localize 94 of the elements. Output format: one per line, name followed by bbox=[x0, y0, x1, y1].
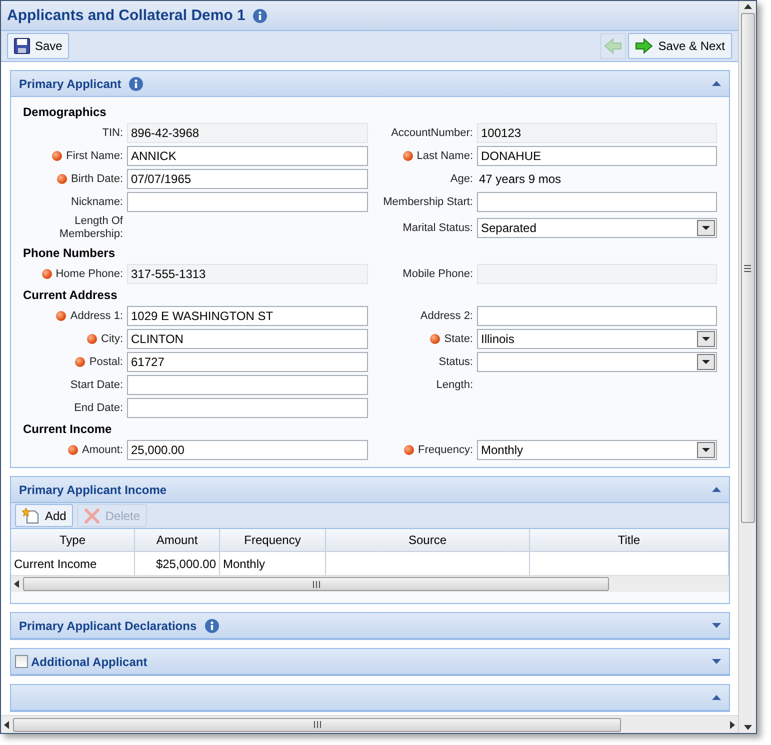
dropdown-field[interactable]: Illinois bbox=[477, 328, 717, 348]
scroll-right-icon[interactable] bbox=[728, 720, 736, 728]
field-label: Last Name: bbox=[416, 150, 473, 162]
text-field[interactable]: 1029 E WASHINGTON ST bbox=[127, 306, 368, 326]
field-label: Membership Start: bbox=[383, 196, 473, 208]
collapse-caret-icon[interactable] bbox=[712, 695, 721, 700]
column-header[interactable]: Source bbox=[326, 529, 530, 552]
column-header[interactable]: Type bbox=[11, 529, 135, 552]
group-heading: Current Income bbox=[22, 420, 113, 438]
dropdown-field[interactable]: Separated bbox=[477, 218, 717, 238]
collapse-caret-icon[interactable] bbox=[712, 487, 721, 492]
field-label: AccountNumber: bbox=[391, 126, 473, 138]
checkbox[interactable] bbox=[15, 655, 28, 668]
add-document-icon bbox=[22, 508, 40, 524]
group-heading: Demographics bbox=[22, 104, 108, 120]
text-field[interactable]: 317-555-1313 bbox=[127, 264, 368, 284]
group-heading: Current Address bbox=[22, 286, 118, 304]
section-title: Primary Applicant bbox=[19, 76, 122, 90]
table-cell: $25,000.00 bbox=[135, 552, 220, 575]
scroll-grip-icon bbox=[314, 721, 320, 728]
field-label: City: bbox=[101, 332, 123, 344]
window-title: Applicants and Collateral Demo 1 bbox=[7, 7, 246, 24]
horizontal-scrollbar[interactable] bbox=[1, 715, 738, 733]
left-arrow-icon bbox=[604, 38, 622, 54]
text-field[interactable] bbox=[127, 192, 368, 212]
vertical-scrollbar[interactable] bbox=[738, 1, 756, 733]
expand-caret-icon[interactable] bbox=[712, 659, 721, 664]
field-label: Birth Date: bbox=[71, 172, 123, 184]
info-icon[interactable] bbox=[129, 76, 144, 90]
scroll-left-icon[interactable] bbox=[13, 580, 21, 588]
text-field[interactable]: ANNICK bbox=[127, 146, 368, 166]
scroll-left-icon[interactable] bbox=[3, 720, 11, 728]
field-label: Start Date: bbox=[70, 378, 123, 390]
text-field[interactable] bbox=[477, 192, 717, 212]
add-button[interactable]: Add bbox=[15, 504, 74, 527]
field-label: Amount: bbox=[82, 444, 123, 456]
scrollbar-thumb[interactable] bbox=[23, 577, 609, 591]
field-label: Mobile Phone: bbox=[402, 268, 473, 280]
info-icon[interactable] bbox=[253, 8, 268, 22]
field-label: Address 2: bbox=[420, 310, 473, 322]
section-title: Additional Applicant bbox=[31, 654, 148, 668]
section-header[interactable]: Additional Applicant bbox=[11, 649, 729, 675]
text-field[interactable]: 07/07/1965 bbox=[127, 168, 368, 188]
dropdown-field[interactable]: Monthly bbox=[477, 440, 717, 460]
scrollbar-thumb[interactable] bbox=[740, 13, 754, 523]
text-field[interactable]: 25,000.00 bbox=[127, 440, 368, 460]
field-label: Length: bbox=[436, 378, 473, 390]
text-field[interactable] bbox=[127, 398, 368, 418]
table-cell: Current Income bbox=[11, 552, 135, 575]
field-label: Address 1: bbox=[70, 310, 123, 322]
scrollbar-thumb[interactable] bbox=[13, 718, 621, 732]
scroll-up-icon[interactable] bbox=[744, 3, 752, 11]
text-field[interactable]: CLINTON bbox=[127, 328, 368, 348]
section-title: Primary Applicant Income bbox=[19, 482, 167, 496]
dropdown-field[interactable] bbox=[477, 352, 717, 372]
field-label: Frequency: bbox=[418, 444, 473, 456]
field-label: End Date: bbox=[74, 402, 123, 414]
column-header[interactable]: Title bbox=[530, 529, 729, 552]
group-heading: Phone Numbers bbox=[22, 244, 116, 262]
delete-x-icon bbox=[84, 508, 100, 524]
field-label: Status: bbox=[438, 356, 473, 368]
field-label: Age: bbox=[450, 172, 473, 184]
column-header[interactable]: Amount bbox=[135, 529, 220, 552]
text-field[interactable] bbox=[127, 374, 368, 394]
section-header[interactable]: Primary Applicant bbox=[11, 71, 729, 97]
collapse-caret-icon[interactable] bbox=[712, 81, 721, 86]
scroll-grip-icon bbox=[744, 264, 751, 272]
column-header[interactable]: Frequency bbox=[220, 529, 326, 552]
expand-caret-icon[interactable] bbox=[712, 623, 721, 628]
section-title: Primary Applicant Declarations bbox=[19, 618, 197, 632]
field-label: Nickname: bbox=[71, 196, 123, 208]
info-icon[interactable] bbox=[204, 618, 219, 632]
text-field[interactable] bbox=[477, 306, 717, 326]
text-field[interactable]: 896-42-3968 bbox=[127, 122, 368, 142]
field-value: 47 years 9 mos bbox=[478, 172, 562, 186]
right-arrow-icon bbox=[635, 38, 654, 54]
field-label: State: bbox=[444, 332, 473, 344]
field-label: Length Of Membership: bbox=[58, 214, 123, 242]
save-button[interactable]: Save bbox=[7, 33, 70, 59]
horizontal-scrollbar[interactable] bbox=[11, 575, 729, 592]
text-field[interactable]: 100123 bbox=[477, 122, 717, 142]
section-header[interactable]: Primary Applicant Income bbox=[11, 477, 729, 503]
field-label: Home Phone: bbox=[56, 268, 123, 280]
scroll-down-icon[interactable] bbox=[744, 723, 752, 731]
section-header[interactable]: Primary Applicant Declarations bbox=[11, 613, 729, 639]
text-field[interactable]: 61727 bbox=[127, 352, 368, 372]
field-label: Postal: bbox=[89, 356, 123, 368]
scroll-grip-icon bbox=[312, 580, 320, 588]
field-label: First Name: bbox=[66, 150, 123, 162]
save-next-button[interactable]: Save & Next bbox=[628, 33, 732, 59]
text-field[interactable]: DONAHUE bbox=[477, 146, 717, 166]
field-label: Marital Status: bbox=[402, 222, 473, 234]
field-label: TIN: bbox=[102, 126, 123, 138]
table-cell: Monthly bbox=[220, 552, 326, 575]
